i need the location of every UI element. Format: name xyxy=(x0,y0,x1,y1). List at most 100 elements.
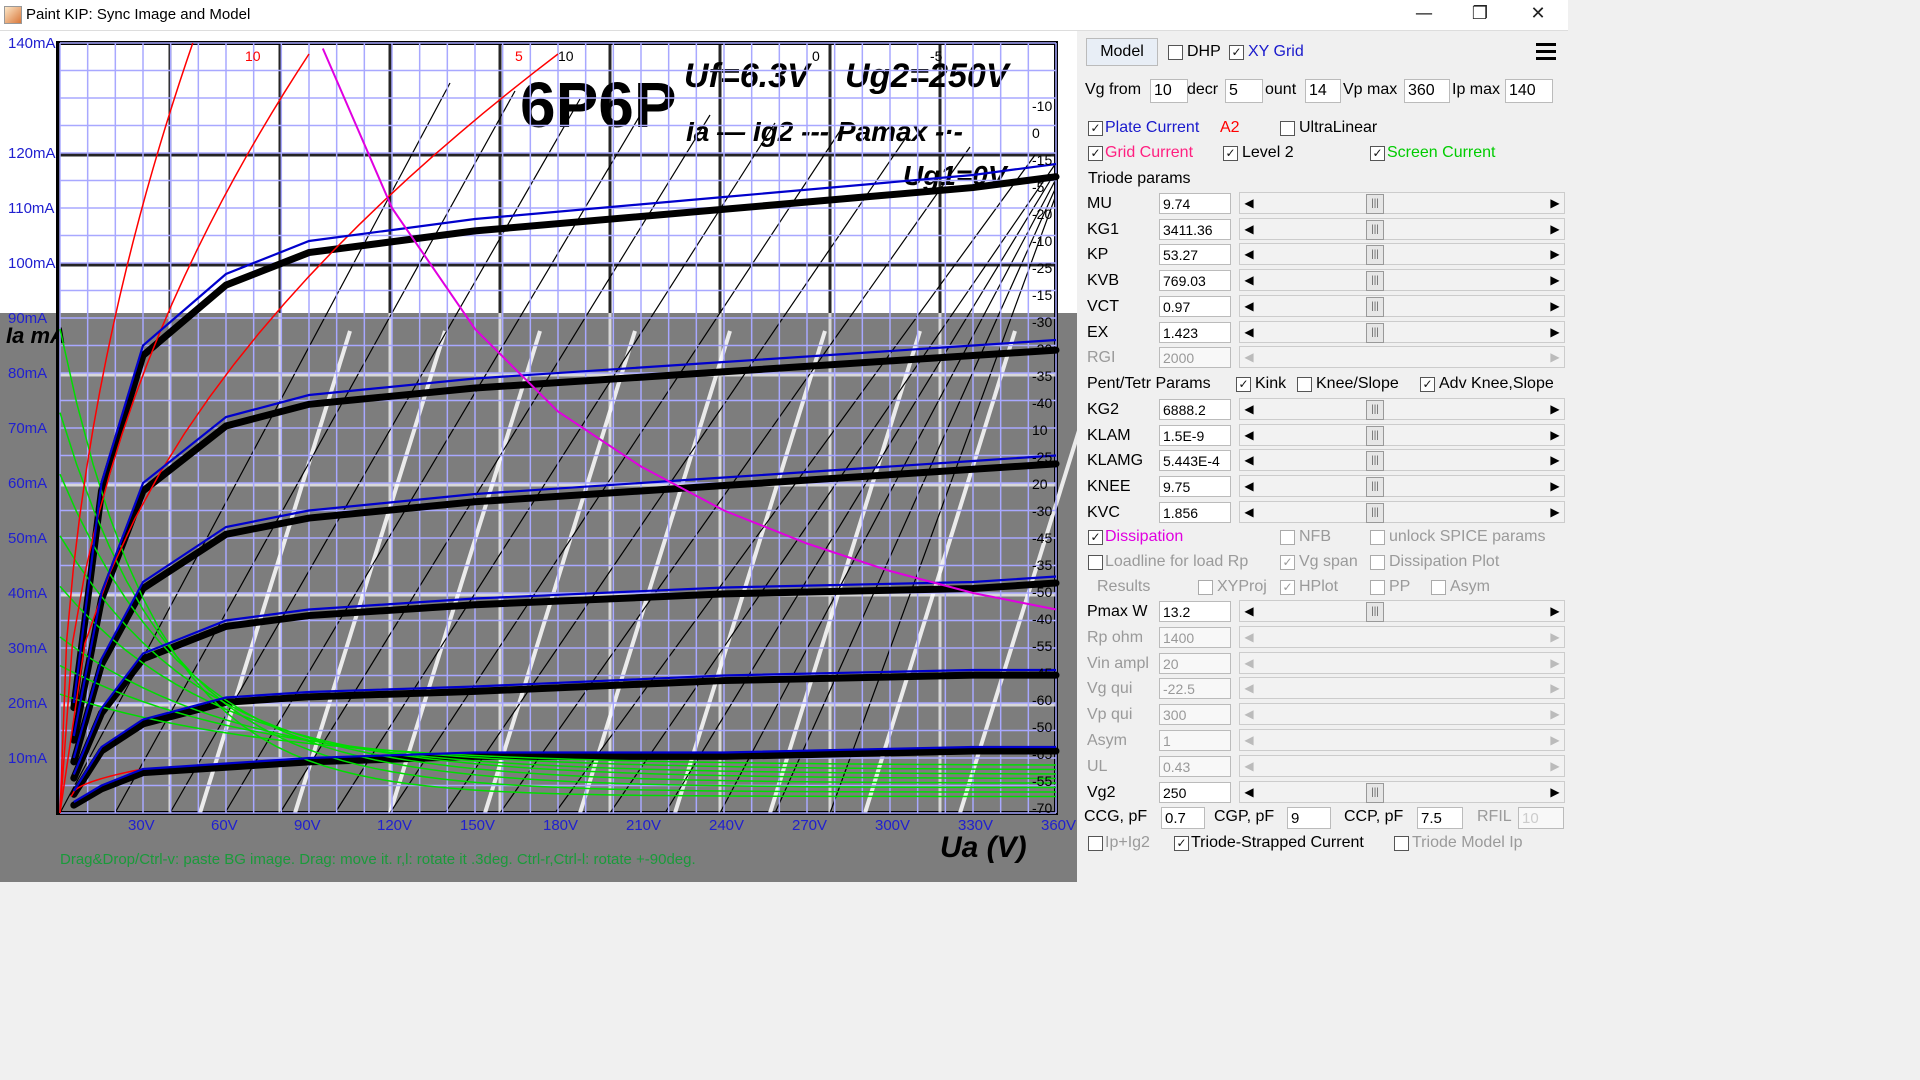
triode_rows-row-input[interactable]: 769.03 xyxy=(1159,270,1231,292)
slider-left-arrow-icon[interactable]: ◀ xyxy=(1240,756,1258,776)
ipig2-checkbox[interactable] xyxy=(1088,836,1103,851)
triode_rows-row-slider[interactable]: ◀ ▶ ||| xyxy=(1239,192,1565,214)
slider-left-arrow-icon[interactable]: ◀ xyxy=(1240,678,1258,698)
slider-thumb[interactable]: ||| xyxy=(1366,782,1384,803)
load_rows-row-input[interactable]: 0.43 xyxy=(1159,755,1231,777)
load_rows-row-input[interactable]: 20 xyxy=(1159,652,1231,674)
triode_rows-row-slider[interactable]: ◀ ▶ ||| xyxy=(1239,294,1565,317)
maximize-button[interactable]: ❐ xyxy=(1451,0,1509,30)
slider-right-arrow-icon[interactable]: ▶ xyxy=(1546,782,1564,802)
slider-right-arrow-icon[interactable]: ▶ xyxy=(1546,270,1564,290)
triode-strapped-checkbox[interactable]: ✓ xyxy=(1174,836,1189,851)
slider-right-arrow-icon[interactable]: ▶ xyxy=(1546,601,1564,621)
slider-right-arrow-icon[interactable]: ▶ xyxy=(1546,502,1564,522)
slider-left-arrow-icon[interactable]: ◀ xyxy=(1240,244,1258,264)
slider-left-arrow-icon[interactable]: ◀ xyxy=(1240,782,1258,802)
ultralinear-checkbox[interactable] xyxy=(1280,121,1295,136)
pent_rows-row-input[interactable]: 9.75 xyxy=(1159,476,1231,498)
grid-current-checkbox[interactable]: ✓ xyxy=(1088,146,1103,161)
load_rows-row-slider[interactable]: ◀ ▶ xyxy=(1239,703,1565,726)
slider-thumb[interactable]: ||| xyxy=(1366,502,1384,523)
slider-right-arrow-icon[interactable]: ▶ xyxy=(1546,399,1564,419)
ccg-input[interactable]: 0.7 xyxy=(1161,807,1205,829)
slider-left-arrow-icon[interactable]: ◀ xyxy=(1240,730,1258,750)
pent_rows-row-input[interactable]: 5.443E-4 xyxy=(1159,450,1231,472)
load_rows-row-input[interactable]: 250 xyxy=(1159,781,1231,803)
slider-thumb[interactable]: ||| xyxy=(1366,271,1384,292)
close-button[interactable]: ✕ xyxy=(1509,0,1567,30)
slider-left-arrow-icon[interactable]: ◀ xyxy=(1240,347,1258,367)
slider-left-arrow-icon[interactable]: ◀ xyxy=(1240,601,1258,621)
load_rows-row-slider[interactable]: ◀ ▶ ||| xyxy=(1239,780,1565,803)
pent_rows-row-input[interactable]: 1.5E-9 xyxy=(1159,424,1231,446)
load_rows-row-slider[interactable]: ◀ ▶ xyxy=(1239,625,1565,648)
xyproj-checkbox[interactable] xyxy=(1198,580,1213,595)
pent_rows-row-input[interactable]: 6888.2 xyxy=(1159,399,1231,420)
slider-right-arrow-icon[interactable]: ▶ xyxy=(1546,704,1564,724)
adv-knee-checkbox[interactable]: ✓ xyxy=(1420,377,1435,392)
triode_rows-row-input[interactable]: 53.27 xyxy=(1159,244,1231,266)
pent_rows-row-slider[interactable]: ◀ ▶ ||| xyxy=(1239,475,1565,498)
triode_rows-row-slider[interactable]: ◀ ▶ ||| xyxy=(1239,320,1565,343)
decr-input[interactable]: 5 xyxy=(1225,79,1263,103)
pent_rows-row-slider[interactable]: ◀ ▶ ||| xyxy=(1239,449,1565,472)
slider-right-arrow-icon[interactable]: ▶ xyxy=(1546,476,1564,496)
slider-thumb[interactable]: ||| xyxy=(1366,322,1384,343)
count-input[interactable]: 14 xyxy=(1305,79,1341,103)
slider-right-arrow-icon[interactable]: ▶ xyxy=(1546,244,1564,264)
load_rows-row-input[interactable]: 1400 xyxy=(1159,626,1231,648)
vg-from-input[interactable]: 10 xyxy=(1150,79,1188,103)
slider-right-arrow-icon[interactable]: ▶ xyxy=(1546,730,1564,750)
plot-svg[interactable]: 6P6P Uf=6.3V Ug2=250V Ia — Ig2 --- Pamax… xyxy=(0,31,1077,882)
slider-left-arrow-icon[interactable]: ◀ xyxy=(1240,450,1258,470)
slider-left-arrow-icon[interactable]: ◀ xyxy=(1240,322,1258,342)
vgspan-checkbox[interactable]: ✓ xyxy=(1280,555,1295,570)
menu-icon[interactable] xyxy=(1533,39,1559,65)
triode_rows-row-input[interactable]: 1.423 xyxy=(1159,321,1231,343)
pent_rows-row-input[interactable]: 1.856 xyxy=(1159,501,1231,523)
rfil-input[interactable]: 10 xyxy=(1518,807,1564,829)
load_rows-row-input[interactable]: 13.2 xyxy=(1159,601,1231,622)
slider-right-arrow-icon[interactable]: ▶ xyxy=(1546,219,1564,239)
load_rows-row-input[interactable]: 1 xyxy=(1159,730,1231,751)
pent_rows-row-slider[interactable]: ◀ ▶ ||| xyxy=(1239,423,1565,446)
plot-canvas[interactable]: 6P6P Uf=6.3V Ug2=250V Ia — Ig2 --- Pamax… xyxy=(0,31,1077,882)
load_rows-row-slider[interactable]: ◀ ▶ xyxy=(1239,754,1565,777)
slider-thumb[interactable]: ||| xyxy=(1366,400,1384,420)
level2-checkbox[interactable]: ✓ xyxy=(1223,146,1238,161)
load_rows-row-slider[interactable]: ◀ ▶ xyxy=(1239,651,1565,674)
slider-thumb[interactable]: ||| xyxy=(1366,477,1384,498)
slider-right-arrow-icon[interactable]: ▶ xyxy=(1546,627,1564,647)
slider-right-arrow-icon[interactable]: ▶ xyxy=(1546,347,1564,367)
ipmax-input[interactable]: 140 xyxy=(1505,79,1553,103)
slider-right-arrow-icon[interactable]: ▶ xyxy=(1546,322,1564,342)
slider-right-arrow-icon[interactable]: ▶ xyxy=(1546,653,1564,673)
slider-thumb[interactable]: ||| xyxy=(1366,296,1384,317)
slider-left-arrow-icon[interactable]: ◀ xyxy=(1240,502,1258,522)
load_rows-row-input[interactable]: 300 xyxy=(1159,704,1231,726)
slider-thumb[interactable]: ||| xyxy=(1366,451,1384,472)
dhp-checkbox[interactable] xyxy=(1168,45,1183,60)
unlock-checkbox[interactable] xyxy=(1370,530,1385,545)
pent_rows-row-slider[interactable]: ◀ ▶ ||| xyxy=(1239,398,1565,420)
slider-thumb[interactable]: ||| xyxy=(1366,425,1384,446)
cgp-input[interactable]: 9 xyxy=(1287,807,1331,829)
slider-right-arrow-icon[interactable]: ▶ xyxy=(1546,193,1564,213)
slider-left-arrow-icon[interactable]: ◀ xyxy=(1240,653,1258,673)
slider-left-arrow-icon[interactable]: ◀ xyxy=(1240,219,1258,239)
knee-slope-checkbox[interactable] xyxy=(1297,377,1312,392)
slider-left-arrow-icon[interactable]: ◀ xyxy=(1240,270,1258,290)
slider-right-arrow-icon[interactable]: ▶ xyxy=(1546,678,1564,698)
loadline-checkbox[interactable] xyxy=(1088,555,1103,570)
hplot-checkbox[interactable]: ✓ xyxy=(1280,580,1295,595)
slider-right-arrow-icon[interactable]: ▶ xyxy=(1546,296,1564,316)
load_rows-row-slider[interactable]: ◀ ▶ ||| xyxy=(1239,600,1565,622)
triode-model-checkbox[interactable] xyxy=(1394,836,1409,851)
triode_rows-row-input[interactable]: 9.74 xyxy=(1159,193,1231,214)
vpmax-input[interactable]: 360 xyxy=(1404,79,1450,103)
slider-thumb[interactable]: ||| xyxy=(1366,602,1384,622)
slider-right-arrow-icon[interactable]: ▶ xyxy=(1546,425,1564,445)
ccp-input[interactable]: 7.5 xyxy=(1417,807,1463,829)
load_rows-row-slider[interactable]: ◀ ▶ xyxy=(1239,729,1565,751)
triode_rows-row-input[interactable]: 0.97 xyxy=(1159,295,1231,317)
